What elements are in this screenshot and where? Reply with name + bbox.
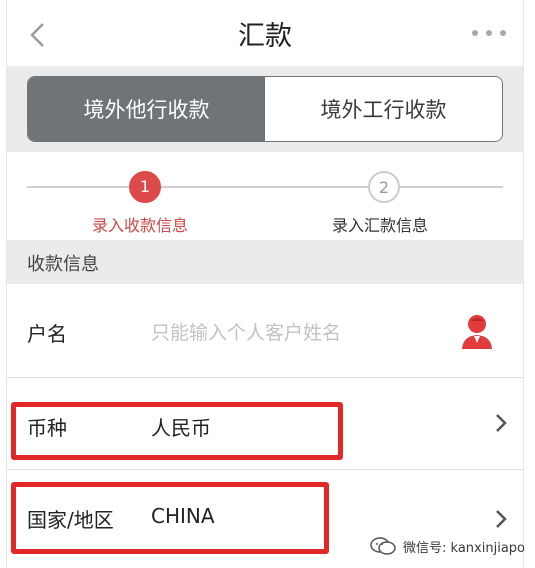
app-screen: 汇款 境外他行收款 境外工行收款 1 2 录入收款信息 录入汇款信息 收款信息 … (6, 0, 524, 568)
name-label: 户名 (27, 322, 67, 346)
step-line-middle (161, 186, 368, 188)
chevron-right-icon (496, 414, 507, 432)
step-line-right (400, 186, 503, 188)
section-title: 收款信息 (27, 254, 99, 275)
nav-header: 汇款 (7, 0, 523, 66)
wechat-watermark: 微信号: kanxinjiapo (369, 536, 525, 556)
step-1-label: 录入收款信息 (92, 216, 189, 235)
chevron-right-icon (496, 510, 507, 528)
highlight-box (11, 482, 329, 554)
currency-row[interactable]: 币种 人民币 (7, 378, 523, 470)
step-2-label: 录入汇款信息 (332, 216, 429, 235)
tab-bar: 境外他行收款 境外工行收款 (7, 66, 523, 152)
watermark-text: 微信号: kanxinjiapo (403, 540, 525, 556)
step-indicator: 1 2 录入收款信息 录入汇款信息 (7, 152, 523, 240)
more-options-icon[interactable] (469, 26, 509, 40)
section-header: 收款信息 (7, 240, 523, 284)
step-1-circle: 1 (129, 171, 161, 203)
name-input[interactable]: 只能输入个人客户姓名 (151, 318, 341, 345)
wechat-icon (370, 537, 396, 555)
page-title: 汇款 (238, 21, 292, 52)
step-2-circle: 2 (368, 171, 400, 203)
contact-person-icon[interactable] (459, 312, 495, 350)
segmented-control: 境外他行收款 境外工行收款 (27, 76, 503, 142)
tab-overseas-other-bank[interactable]: 境外他行收款 (28, 77, 265, 141)
step-line-left (27, 186, 129, 188)
highlight-box (11, 402, 343, 460)
tab-overseas-icbc[interactable]: 境外工行收款 (265, 77, 502, 141)
name-row: 户名 只能输入个人客户姓名 (7, 284, 523, 378)
